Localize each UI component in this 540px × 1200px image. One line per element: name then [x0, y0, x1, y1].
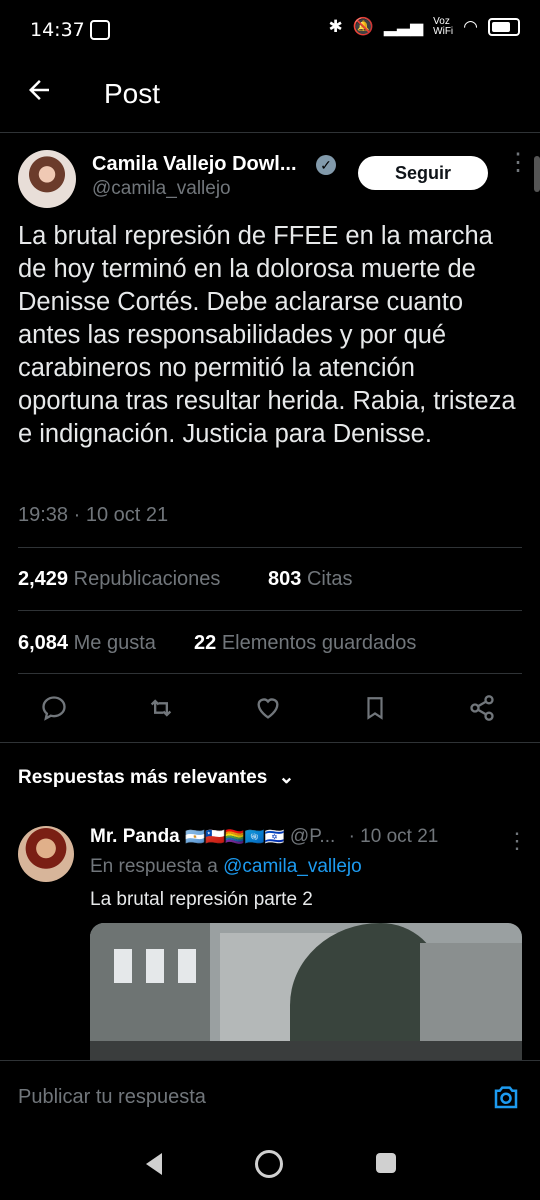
- battery-icon: [488, 18, 520, 36]
- reply-author-flags: 🇦🇷🇨🇱🏳️‍🌈🇺🇳🇮🇱: [185, 829, 285, 846]
- reply-date[interactable]: · 10 oct 21: [349, 826, 439, 847]
- camera-icon[interactable]: [490, 1082, 522, 1117]
- chevron-down-icon: ⌄: [278, 767, 295, 788]
- quotes-count: 803: [268, 568, 302, 590]
- status-icons: ✱ 🔕 ▂▃▅ Voz WiFi ◠: [328, 16, 520, 37]
- mute-bell-icon: 🔕: [352, 17, 374, 36]
- reply-icon[interactable]: [18, 694, 90, 722]
- share-icon[interactable]: [446, 694, 518, 722]
- in-reply-handle[interactable]: @camila_vallejo: [223, 856, 362, 877]
- reply-text: La brutal represión parte 2: [90, 889, 313, 910]
- quotes-label: Citas: [306, 568, 353, 590]
- likes-count: 6,084: [18, 632, 69, 654]
- tweet-text: La brutal represión de FFEE en la marcha…: [18, 222, 516, 448]
- repost-icon[interactable]: [125, 694, 197, 722]
- author-name[interactable]: Camila Vallejo Dowl...: [92, 153, 297, 176]
- bluetooth-icon: ✱: [328, 17, 343, 36]
- in-reply-to: En respuesta a @camila_vallejo: [90, 856, 362, 878]
- like-icon[interactable]: [232, 694, 304, 722]
- status-time: 14:37: [30, 19, 85, 41]
- reply-media-image[interactable]: [90, 923, 522, 1060]
- follow-button[interactable]: Seguir: [358, 156, 488, 190]
- nav-home-icon[interactable]: [255, 1150, 283, 1178]
- bookmarks-stat[interactable]: 22 Elementos guardados: [194, 632, 416, 655]
- verified-badge-icon: ✓: [316, 155, 336, 175]
- likes-stat[interactable]: 6,084 Me gusta: [18, 632, 156, 655]
- likes-label: Me gusta: [73, 632, 156, 654]
- reposts-label: Republicaciones: [73, 568, 221, 590]
- reply-author-name[interactable]: Mr. Panda: [90, 826, 180, 847]
- nav-recents-icon[interactable]: [376, 1153, 396, 1173]
- tweet-actions: [18, 688, 518, 728]
- divider: [18, 673, 522, 674]
- reply-author-handle[interactable]: @P...: [290, 826, 335, 847]
- page-title: Post: [104, 78, 161, 109]
- nav-back-icon[interactable]: [142, 1151, 166, 1182]
- tweet-timestamp[interactable]: 19:38 · 10 oct 21: [18, 504, 168, 527]
- replies-sort-dropdown[interactable]: Respuestas más relevantes ⌄: [18, 766, 294, 789]
- divider: [18, 547, 522, 548]
- wifi-calling-label: Voz WiFi: [433, 16, 454, 37]
- author-handle[interactable]: @camila_vallejo: [92, 178, 231, 200]
- divider: [18, 610, 522, 611]
- author-avatar[interactable]: [18, 150, 76, 208]
- top-bar: [0, 60, 540, 133]
- reposts-count: 2,429: [18, 568, 69, 590]
- divider: [0, 742, 540, 743]
- reply-header: Mr. Panda 🇦🇷🇨🇱🏳️‍🌈🇺🇳🇮🇱 @P... · 10 oct 21: [90, 826, 438, 848]
- wifi-icon: ◠: [463, 17, 478, 36]
- instagram-icon: [90, 20, 110, 40]
- replies-sort-label: Respuestas más relevantes: [18, 767, 268, 788]
- reply-more-options-icon[interactable]: ⋮: [506, 828, 528, 854]
- bookmarks-label: Elementos guardados: [221, 632, 417, 654]
- reply-author-avatar[interactable]: [18, 826, 74, 882]
- scrollbar-thumb[interactable]: [534, 156, 540, 192]
- more-options-icon[interactable]: ⋮: [506, 151, 530, 175]
- bookmarks-count: 22: [194, 632, 217, 654]
- in-reply-prefix: En respuesta a: [90, 856, 218, 877]
- reply-input[interactable]: Publicar tu respuesta: [18, 1086, 206, 1109]
- reposts-stat[interactable]: 2,429 Republicaciones: [18, 568, 220, 591]
- signal-icon: ▂▃▅: [383, 17, 424, 36]
- bookmark-icon[interactable]: [339, 694, 411, 722]
- quotes-stat[interactable]: 803 Citas: [268, 568, 353, 591]
- back-arrow-icon[interactable]: [24, 75, 60, 111]
